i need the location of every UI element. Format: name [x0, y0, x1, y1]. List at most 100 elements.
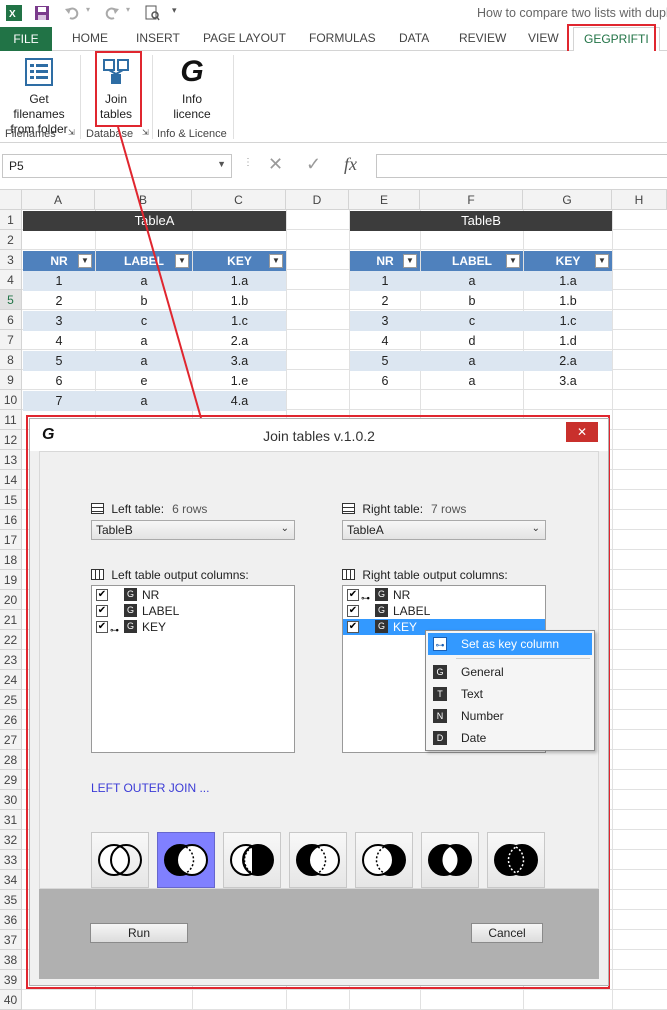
undo-icon[interactable] — [64, 5, 80, 21]
row-header[interactable]: 21 — [0, 610, 22, 630]
name-box[interactable]: P5 ▼ — [2, 154, 232, 178]
row-header[interactable]: 10 — [0, 390, 22, 410]
tab-view[interactable]: VIEW — [528, 31, 559, 45]
cancel-formula-icon[interactable]: ✕ — [268, 154, 283, 175]
close-button[interactable]: ✕ — [566, 422, 598, 442]
row-header[interactable]: 25 — [0, 690, 22, 710]
table-a-header-label[interactable]: LABEL ▼ — [96, 251, 192, 271]
table-cell[interactable]: 2.a — [193, 331, 286, 351]
table-cell[interactable]: a — [421, 271, 523, 291]
table-cell[interactable]: 6 — [350, 371, 420, 391]
row-header[interactable]: 8 — [0, 350, 22, 370]
row-header[interactable]: 37 — [0, 930, 22, 950]
column-header-d[interactable]: D — [286, 190, 349, 210]
filter-dropdown-icon[interactable]: ▼ — [78, 254, 92, 268]
redo-icon[interactable] — [104, 5, 120, 21]
table-cell[interactable]: 1.c — [193, 311, 286, 331]
list-item[interactable]: ✔ G NR — [92, 587, 294, 603]
row-header[interactable]: 26 — [0, 710, 22, 730]
table-cell[interactable]: d — [421, 331, 523, 351]
table-cell[interactable]: b — [96, 291, 192, 311]
filenames-launcher-icon[interactable]: ⇲ — [68, 128, 75, 137]
table-cell[interactable]: a — [96, 271, 192, 291]
cancel-button[interactable]: Cancel — [471, 923, 543, 943]
row-header[interactable]: 17 — [0, 530, 22, 550]
checkbox[interactable]: ✔ — [96, 621, 108, 633]
row-header[interactable]: 30 — [0, 790, 22, 810]
table-b-header-key[interactable]: KEY ▼ — [524, 251, 612, 271]
list-item[interactable]: ✔ G LABEL — [343, 603, 545, 619]
table-a-header-nr[interactable]: NR ▼ — [23, 251, 95, 271]
row-header[interactable]: 23 — [0, 650, 22, 670]
table-cell[interactable]: 2 — [350, 291, 420, 311]
filter-dropdown-icon[interactable]: ▼ — [506, 254, 520, 268]
row-header[interactable]: 22 — [0, 630, 22, 650]
print-preview-icon[interactable] — [144, 5, 160, 21]
table-cell[interactable]: 4 — [350, 331, 420, 351]
checkbox[interactable]: ✔ — [347, 605, 359, 617]
redo-dropdown-icon[interactable]: ▾ — [126, 5, 142, 21]
table-b-header-label[interactable]: LABEL ▼ — [421, 251, 523, 271]
join-type-button-right-only[interactable] — [355, 832, 413, 888]
row-header[interactable]: 1 — [0, 210, 22, 230]
filter-dropdown-icon[interactable]: ▼ — [175, 254, 189, 268]
tab-insert[interactable]: INSERT — [136, 31, 180, 45]
row-header[interactable]: 19 — [0, 570, 22, 590]
filter-dropdown-icon[interactable]: ▼ — [595, 254, 609, 268]
checkbox[interactable]: ✔ — [96, 605, 108, 617]
join-type-button-right-outer[interactable] — [289, 832, 347, 888]
save-icon[interactable] — [34, 5, 50, 21]
table-cell[interactable]: 3.a — [524, 371, 612, 391]
table-cell[interactable]: 5 — [350, 351, 420, 371]
left-table-select[interactable]: TableB ⌄ — [91, 520, 295, 540]
row-header[interactable]: 36 — [0, 910, 22, 930]
menu-item-set-key[interactable]: ⊶ Set as key column — [428, 633, 592, 655]
table-cell[interactable]: 1.d — [524, 331, 612, 351]
join-type-button-left-only[interactable] — [223, 832, 281, 888]
tab-formulas[interactable]: FORMULAS — [309, 31, 376, 45]
row-header[interactable]: 7 — [0, 330, 22, 350]
column-header-g[interactable]: G — [523, 190, 612, 210]
row-header[interactable]: 33 — [0, 850, 22, 870]
row-header[interactable]: 13 — [0, 450, 22, 470]
table-cell[interactable]: 3 — [350, 311, 420, 331]
database-launcher-icon[interactable]: ⇲ — [142, 128, 149, 137]
tab-file[interactable]: FILE — [0, 27, 52, 51]
table-cell[interactable]: 1.b — [193, 291, 286, 311]
table-cell[interactable]: c — [96, 311, 192, 331]
join-type-button-left-outer[interactable] — [157, 832, 215, 888]
run-button[interactable]: Run — [90, 923, 188, 943]
right-table-select[interactable]: TableA ⌄ — [342, 520, 546, 540]
table-cell[interactable]: c — [421, 311, 523, 331]
list-item[interactable]: ✔ ⊶ G NR — [343, 587, 545, 603]
row-header[interactable]: 24 — [0, 670, 22, 690]
table-cell[interactable]: 1.a — [524, 271, 612, 291]
table-cell[interactable]: 4 — [23, 331, 95, 351]
info-licence-button[interactable]: G Info licence — [164, 57, 220, 122]
menu-item-text[interactable]: T Text — [428, 683, 592, 705]
get-filenames-button[interactable]: Get filenames from folder — [2, 57, 76, 137]
checkbox[interactable]: ✔ — [347, 589, 359, 601]
column-header-c[interactable]: C — [192, 190, 286, 210]
row-header[interactable]: 4 — [0, 270, 22, 290]
table-cell[interactable]: 1.a — [193, 271, 286, 291]
row-header[interactable]: 28 — [0, 750, 22, 770]
row-header[interactable]: 29 — [0, 770, 22, 790]
enter-formula-icon[interactable]: ✓ — [306, 154, 321, 175]
list-item[interactable]: ✔ ⊶ G KEY — [92, 619, 294, 635]
filter-dropdown-icon[interactable]: ▼ — [269, 254, 283, 268]
tab-home[interactable]: HOME — [72, 31, 108, 45]
row-header[interactable]: 12 — [0, 430, 22, 450]
list-item[interactable]: ✔ G LABEL — [92, 603, 294, 619]
row-header[interactable]: 2 — [0, 230, 22, 250]
tab-data[interactable]: DATA — [399, 31, 429, 45]
select-all-corner[interactable] — [0, 190, 22, 210]
insert-function-icon[interactable]: fx — [344, 154, 357, 175]
row-header[interactable]: 5 — [0, 290, 22, 310]
column-header-f[interactable]: F — [420, 190, 523, 210]
row-header[interactable]: 6 — [0, 310, 22, 330]
row-header[interactable]: 3 — [0, 250, 22, 270]
table-cell[interactable]: 7 — [23, 391, 95, 411]
table-cell[interactable]: a — [96, 351, 192, 371]
table-cell[interactable]: 5 — [23, 351, 95, 371]
